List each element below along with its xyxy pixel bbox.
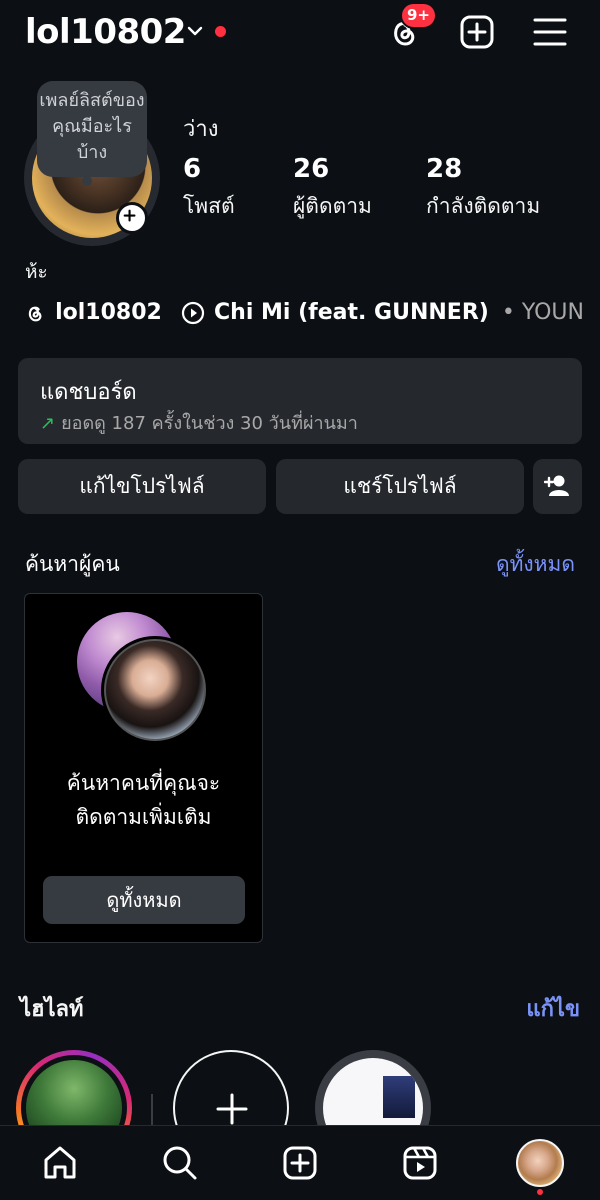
dashboard-title: แดชบอร์ด xyxy=(40,380,137,405)
bottom-nav xyxy=(0,1125,600,1200)
discover-card-line-2: ติดตามเพิ่มเติม xyxy=(75,805,212,829)
stat-following-count: 28 xyxy=(426,154,463,184)
discover-people-title: ค้นหาผู้คน xyxy=(25,552,120,576)
profile-tab-dot xyxy=(537,1189,543,1195)
stat-followers[interactable]: 26 ผู้ติดตาม xyxy=(293,154,372,223)
create-post-icon[interactable] xyxy=(459,14,495,50)
play-icon xyxy=(181,301,205,324)
highlights-edit-link[interactable]: แก้ไข xyxy=(526,991,580,1026)
profile-song-artist[interactable]: • YOUNG... xyxy=(502,300,584,325)
professional-dashboard[interactable]: แดชบอร์ด ↗ ยอดดู 187 ครั้งในช่วง 30 วันที… xyxy=(18,358,582,444)
stat-posts-label: โพสต์ xyxy=(183,194,235,218)
discover-card-see-all-button[interactable]: ดูทั้งหมด xyxy=(43,876,245,924)
stat-following[interactable]: 28 กำลังติดตาม xyxy=(426,154,540,223)
note-bubble[interactable]: เพลย์ลิสต์ของคุณมีอะไรบ้าง xyxy=(37,81,147,177)
dashboard-subtitle: ↗ ยอดดู 187 ครั้งในช่วง 30 วันที่ผ่านมา xyxy=(40,408,358,437)
dashboard-views-text: ยอดดู 187 ครั้งในช่วง 30 วันที่ผ่านมา xyxy=(61,413,358,434)
add-person-icon xyxy=(543,475,569,496)
edit-profile-button[interactable]: แก้ไขโปรไฟล์ xyxy=(18,459,266,514)
chevron-down-icon[interactable] xyxy=(186,24,204,38)
highlights-title: ไฮไลท์ xyxy=(20,997,84,1022)
menu-icon[interactable] xyxy=(532,14,568,50)
suggested-avatar-front xyxy=(101,636,209,744)
reels-icon[interactable] xyxy=(401,1144,439,1182)
profile-song-link[interactable]: Chi Mi (feat. GUNNER) xyxy=(214,300,489,325)
unread-dot xyxy=(215,26,226,37)
profile-links-row: lol10802 Chi Mi (feat. GUNNER) • YOUNG..… xyxy=(24,300,584,334)
discover-people-button[interactable] xyxy=(533,459,582,514)
stat-posts[interactable]: 6 โพสต์ xyxy=(183,154,235,223)
create-icon[interactable] xyxy=(281,1144,319,1182)
share-profile-button[interactable]: แชร์โปรไฟล์ xyxy=(276,459,524,514)
threads-handle-link[interactable]: lol10802 xyxy=(55,300,162,325)
threads-badge-icon xyxy=(28,306,42,321)
username-switcher[interactable]: lol10802 xyxy=(25,12,186,52)
plus-icon xyxy=(216,1093,248,1125)
stat-following-label: กำลังติดตาม xyxy=(426,194,541,218)
note-bubble-tail xyxy=(82,176,92,186)
stat-followers-label: ผู้ติดตาม xyxy=(293,194,372,218)
top-header: lol10802 9+ xyxy=(0,0,600,64)
add-story-icon[interactable] xyxy=(116,202,148,234)
discover-see-all-link[interactable]: ดูทั้งหมด xyxy=(496,548,575,581)
profile-tab-avatar[interactable] xyxy=(516,1139,564,1187)
search-icon[interactable] xyxy=(161,1144,199,1182)
home-icon[interactable] xyxy=(41,1144,79,1182)
profile-bio: ห้ะ xyxy=(25,261,48,283)
discover-people-card[interactable]: ค้นหาคนที่คุณจะ ติดตามเพิ่มเติม ดูทั้งหม… xyxy=(24,593,263,943)
discover-card-text: ค้นหาคนที่คุณจะ ติดตามเพิ่มเติม xyxy=(25,766,262,834)
stat-followers-count: 26 xyxy=(293,154,330,184)
notification-badge: 9+ xyxy=(400,2,438,29)
stat-posts-count: 6 xyxy=(183,154,202,184)
trend-up-icon: ↗ xyxy=(40,413,56,434)
profile-status: ว่าง xyxy=(183,117,219,142)
discover-card-line-1: ค้นหาคนที่คุณจะ xyxy=(66,771,221,795)
